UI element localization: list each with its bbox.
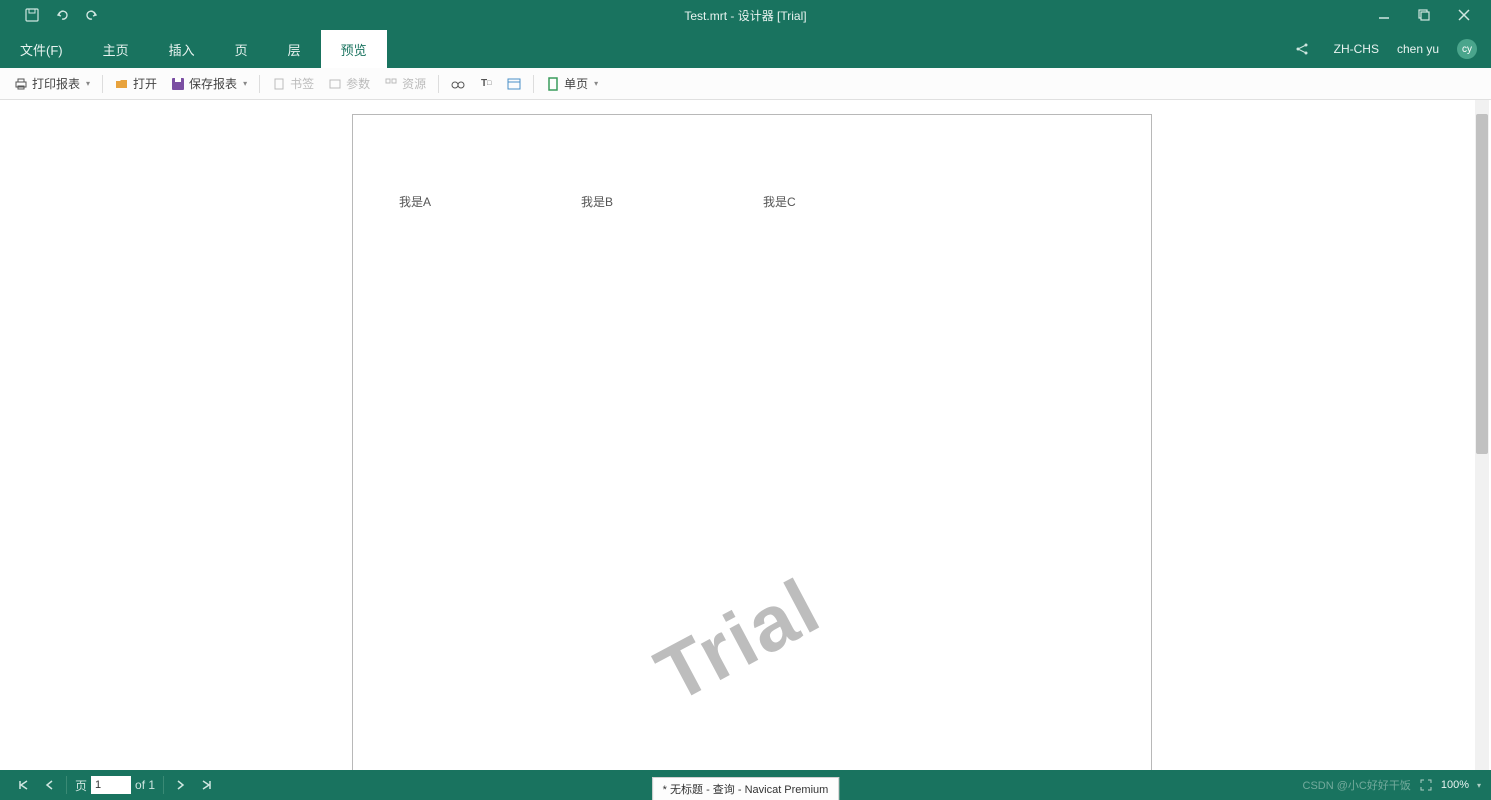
panel-button[interactable] — [501, 72, 527, 96]
page-label: 页 — [75, 777, 87, 794]
first-page-icon[interactable] — [10, 774, 36, 796]
separator — [259, 75, 260, 93]
panel-icon — [507, 77, 521, 91]
resources-label: 资源 — [402, 75, 426, 92]
watermark: Trial — [642, 560, 835, 720]
open-label: 打开 — [133, 75, 157, 92]
text-editor-button[interactable]: T□ — [473, 72, 499, 96]
binoculars-icon — [451, 77, 465, 91]
menu-page[interactable]: 页 — [215, 30, 268, 68]
language-label[interactable]: ZH-CHS — [1334, 42, 1379, 56]
report-page: 我是A 我是B 我是C Trial — [352, 114, 1152, 770]
window-title: Test.mrt - 设计器 [Trial] — [684, 7, 806, 24]
menu-insert[interactable]: 插入 — [149, 30, 215, 68]
username-label[interactable]: chen yu — [1397, 42, 1439, 56]
maximize-icon[interactable] — [1407, 1, 1441, 29]
page-icon — [546, 77, 560, 91]
canvas-area: 预览效果如下 我是A 我是B 我是C Trial — [0, 100, 1491, 770]
statusbar: 页 of 1 * 无标题 - 查询 - Navicat Premium CSDN… — [0, 770, 1491, 800]
single-page-button[interactable]: 单页 ▾ — [540, 72, 604, 96]
avatar[interactable]: cy — [1457, 39, 1477, 59]
chevron-down-icon: ▾ — [594, 79, 598, 88]
page-total-label: of 1 — [135, 778, 155, 792]
scroll-thumb[interactable] — [1476, 114, 1488, 454]
save-icon — [171, 77, 185, 91]
cell-a: 我是A — [399, 193, 431, 210]
find-button[interactable] — [445, 72, 471, 96]
menubar: 文件(F) 主页 插入 页 层 预览 ZH-CHS chen yu cy — [0, 30, 1491, 68]
close-icon[interactable] — [1447, 1, 1481, 29]
menu-home[interactable]: 主页 — [83, 30, 149, 68]
separator — [533, 75, 534, 93]
resources-icon — [384, 77, 398, 91]
fit-icon[interactable] — [1419, 778, 1433, 792]
printer-icon — [14, 77, 28, 91]
print-label: 打印报表 — [32, 75, 80, 92]
vertical-scrollbar[interactable] — [1475, 100, 1489, 770]
params-label: 参数 — [346, 75, 370, 92]
chevron-down-icon: ▾ — [243, 79, 247, 88]
minimize-icon[interactable] — [1367, 1, 1401, 29]
bookmark-icon — [272, 77, 286, 91]
chevron-down-icon: ▾ — [86, 79, 90, 88]
text-icon: T□ — [479, 77, 493, 91]
bookmark-button: 书签 — [266, 72, 320, 96]
menu-file[interactable]: 文件(F) — [0, 30, 83, 68]
separator — [66, 776, 67, 794]
menu-preview[interactable]: 预览 — [321, 30, 387, 68]
cell-b: 我是B — [581, 193, 613, 210]
toolbar: 打印报表 ▾ 打开 保存报表 ▾ 书签 参数 资源 — [0, 68, 1491, 100]
params-icon — [328, 77, 342, 91]
taskbar-window-item[interactable]: * 无标题 - 查询 - Navicat Premium — [652, 777, 840, 800]
redo-icon[interactable] — [78, 1, 106, 29]
separator — [163, 776, 164, 794]
params-button: 参数 — [322, 72, 376, 96]
zoom-label[interactable]: 100% — [1441, 779, 1469, 791]
share-icon[interactable] — [1288, 35, 1316, 63]
open-button[interactable]: 打开 — [109, 72, 163, 96]
prev-page-icon[interactable] — [36, 774, 62, 796]
resources-button: 资源 — [378, 72, 432, 96]
zoom-dropdown-icon[interactable]: ▾ — [1477, 781, 1481, 790]
separator — [438, 75, 439, 93]
single-page-label: 单页 — [564, 75, 588, 92]
bookmark-label: 书签 — [290, 75, 314, 92]
undo-icon[interactable] — [48, 1, 76, 29]
separator — [102, 75, 103, 93]
titlebar: Test.mrt - 设计器 [Trial] — [0, 0, 1491, 30]
save-label: 保存报表 — [189, 75, 237, 92]
next-page-icon[interactable] — [168, 774, 194, 796]
save-report-button[interactable]: 保存报表 ▾ — [165, 72, 253, 96]
menu-layer[interactable]: 层 — [268, 30, 321, 68]
csdn-watermark: CSDN @小C好好干饭 — [1303, 777, 1411, 793]
last-page-icon[interactable] — [194, 774, 220, 796]
save-icon[interactable] — [18, 1, 46, 29]
folder-open-icon — [115, 77, 129, 91]
cell-c: 我是C — [763, 193, 796, 210]
print-report-button[interactable]: 打印报表 ▾ — [8, 72, 96, 96]
page-number-input[interactable] — [91, 776, 131, 794]
